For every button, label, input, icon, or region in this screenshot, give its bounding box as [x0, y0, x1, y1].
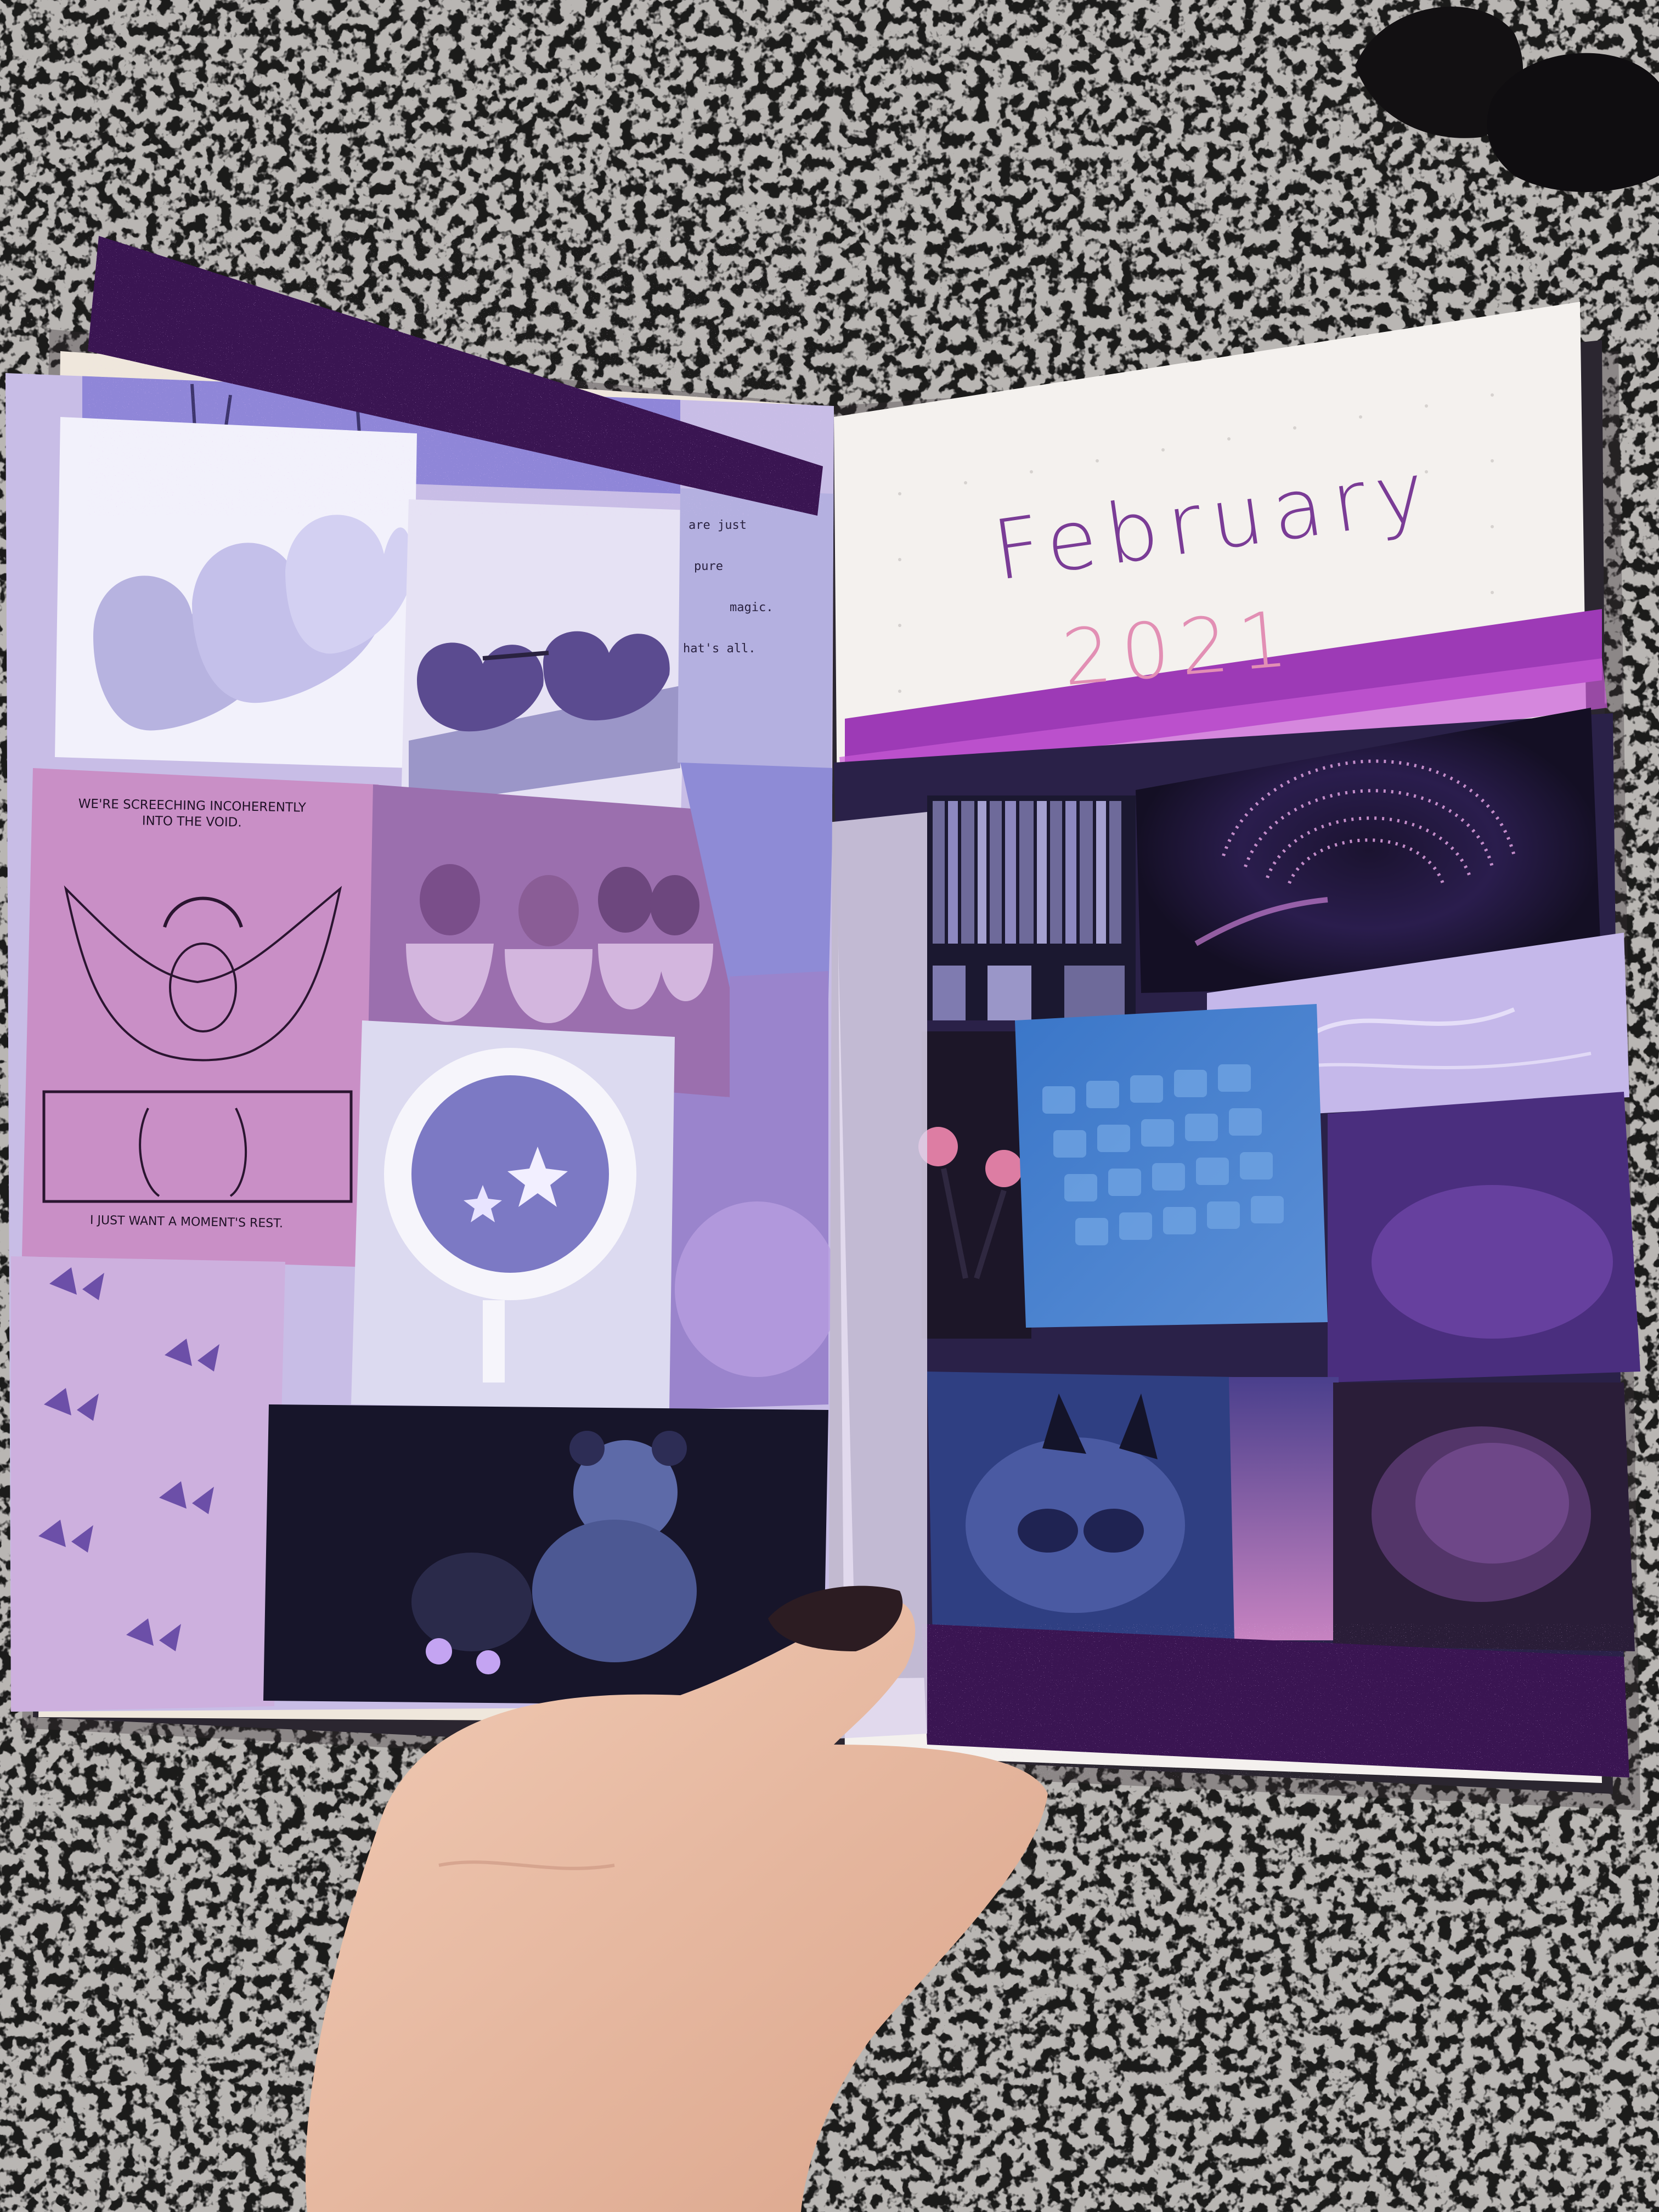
bat-comic [22, 768, 379, 1267]
crystal-hearts-photo [55, 417, 417, 768]
heart-sunglasses-photo [400, 499, 689, 839]
journal-photo: February 2021 are just pure magic. hat's… [0, 0, 1659, 2212]
panda-plush-photo [263, 1404, 828, 1706]
books-photo [927, 795, 1136, 1020]
quote-line-4: hat's all. [683, 642, 756, 656]
dark-flower-photo [1333, 1383, 1635, 1651]
quote-line-2: pure [694, 560, 723, 573]
cartoon-character-photo [927, 1372, 1240, 1640]
keyboard-photo [1015, 1004, 1328, 1328]
cloudy-sky-photo [1229, 1377, 1339, 1640]
typed-quote: are just pure magic. hat's all. [683, 510, 828, 741]
neon-rose-photo [918, 1031, 1031, 1339]
butterfly-pattern-photo [11, 1256, 285, 1712]
coffee-cup-photo [351, 1020, 675, 1410]
comic-caption-top: We're screeching incoherently into the v… [78, 797, 307, 830]
quote-line-1: are just [689, 518, 747, 532]
quote-line-3: magic. [730, 601, 774, 614]
